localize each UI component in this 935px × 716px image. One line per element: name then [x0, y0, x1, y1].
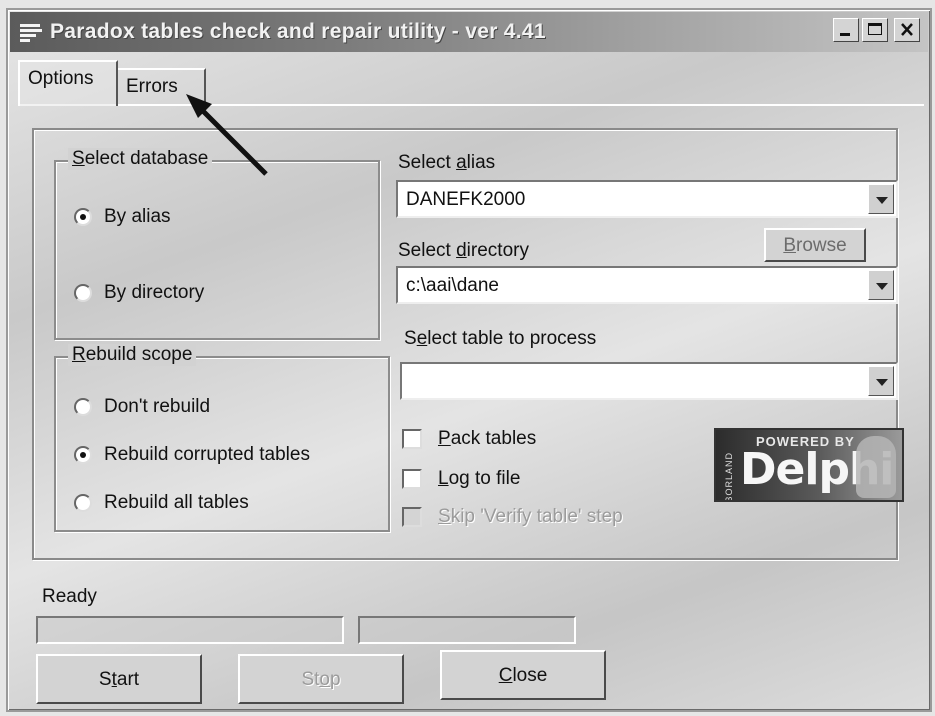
by-alias-radio[interactable]: By alias	[74, 206, 171, 228]
window-title: Paradox tables check and repair utility …	[50, 20, 546, 43]
app-window: Paradox tables check and repair utility …	[6, 8, 932, 712]
tab-options-label: Options	[28, 68, 94, 89]
minimize-icon[interactable]	[833, 18, 859, 42]
chevron-down-icon[interactable]	[868, 184, 894, 214]
stop-button[interactable]: Stop	[238, 654, 404, 704]
rebuild-corrupted-label: Rebuild corrupted tables	[104, 444, 310, 465]
alias-value: DANEFK2000	[406, 189, 526, 210]
title-bar[interactable]: Paradox tables check and repair utility …	[10, 12, 928, 52]
select-directory-label: Select directory	[398, 240, 529, 261]
borland-text: BORLAND	[724, 452, 734, 502]
rebuild-all-radio[interactable]: Rebuild all tables	[74, 492, 249, 514]
by-directory-radio[interactable]: By directory	[74, 282, 204, 304]
select-table-label: Select table to process	[404, 328, 597, 349]
tab-panel-border	[18, 104, 924, 106]
select-database-group: Select database	[54, 148, 380, 340]
delphi-logo: POWERED BY BORLAND Delphi	[714, 428, 904, 502]
checkbox[interactable]	[402, 469, 422, 489]
maximize-icon[interactable]	[862, 18, 888, 42]
tab-errors-label: Errors	[126, 76, 178, 97]
start-button[interactable]: Start	[36, 654, 202, 704]
checkbox[interactable]	[402, 429, 422, 449]
chevron-down-icon[interactable]	[868, 270, 894, 300]
checkbox[interactable]	[402, 507, 422, 527]
directory-value: c:\aai\dane	[406, 275, 499, 296]
rebuild-scope-legend: Rebuild scope	[68, 344, 197, 366]
log-to-file-checkbox[interactable]: Log to file	[402, 468, 520, 490]
radio-button[interactable]	[74, 208, 92, 226]
select-alias-label: Select alias	[398, 152, 496, 173]
oracle-head-image	[856, 436, 896, 498]
alias-combobox[interactable]: DANEFK2000	[396, 180, 898, 218]
radio-button[interactable]	[74, 284, 92, 302]
pack-tables-label: Pack tables	[438, 428, 537, 449]
close-button[interactable]: Close	[440, 650, 606, 700]
log-to-file-label: Log to file	[438, 468, 521, 489]
status-panel	[358, 616, 576, 644]
tab-errors[interactable]: Errors	[116, 68, 206, 104]
rebuild-corrupted-radio[interactable]: Rebuild corrupted tables	[74, 444, 310, 466]
skip-verify-checkbox[interactable]: Skip 'Verify table' step	[402, 506, 623, 528]
by-directory-label: By directory	[104, 282, 205, 303]
radio-button[interactable]	[74, 494, 92, 512]
radio-button[interactable]	[74, 398, 92, 416]
progress-bar	[36, 616, 344, 644]
status-text: Ready	[42, 586, 97, 607]
radio-button[interactable]	[74, 446, 92, 464]
dont-rebuild-radio[interactable]: Don't rebuild	[74, 396, 210, 418]
directory-combobox[interactable]: c:\aai\dane	[396, 266, 898, 304]
table-combobox[interactable]	[400, 362, 898, 400]
by-alias-label: By alias	[104, 206, 171, 227]
pack-tables-checkbox[interactable]: Pack tables	[402, 428, 536, 450]
dont-rebuild-label: Don't rebuild	[104, 396, 211, 417]
tab-options[interactable]: Options	[18, 60, 118, 106]
skip-verify-label: Skip 'Verify table' step	[438, 506, 623, 527]
chevron-down-icon[interactable]	[868, 366, 894, 396]
lines-app-icon	[20, 23, 42, 42]
select-database-legend: Select database	[68, 148, 213, 170]
rebuild-all-label: Rebuild all tables	[104, 492, 249, 513]
browse-button[interactable]: Browse	[764, 228, 866, 262]
close-icon[interactable]	[894, 18, 920, 42]
